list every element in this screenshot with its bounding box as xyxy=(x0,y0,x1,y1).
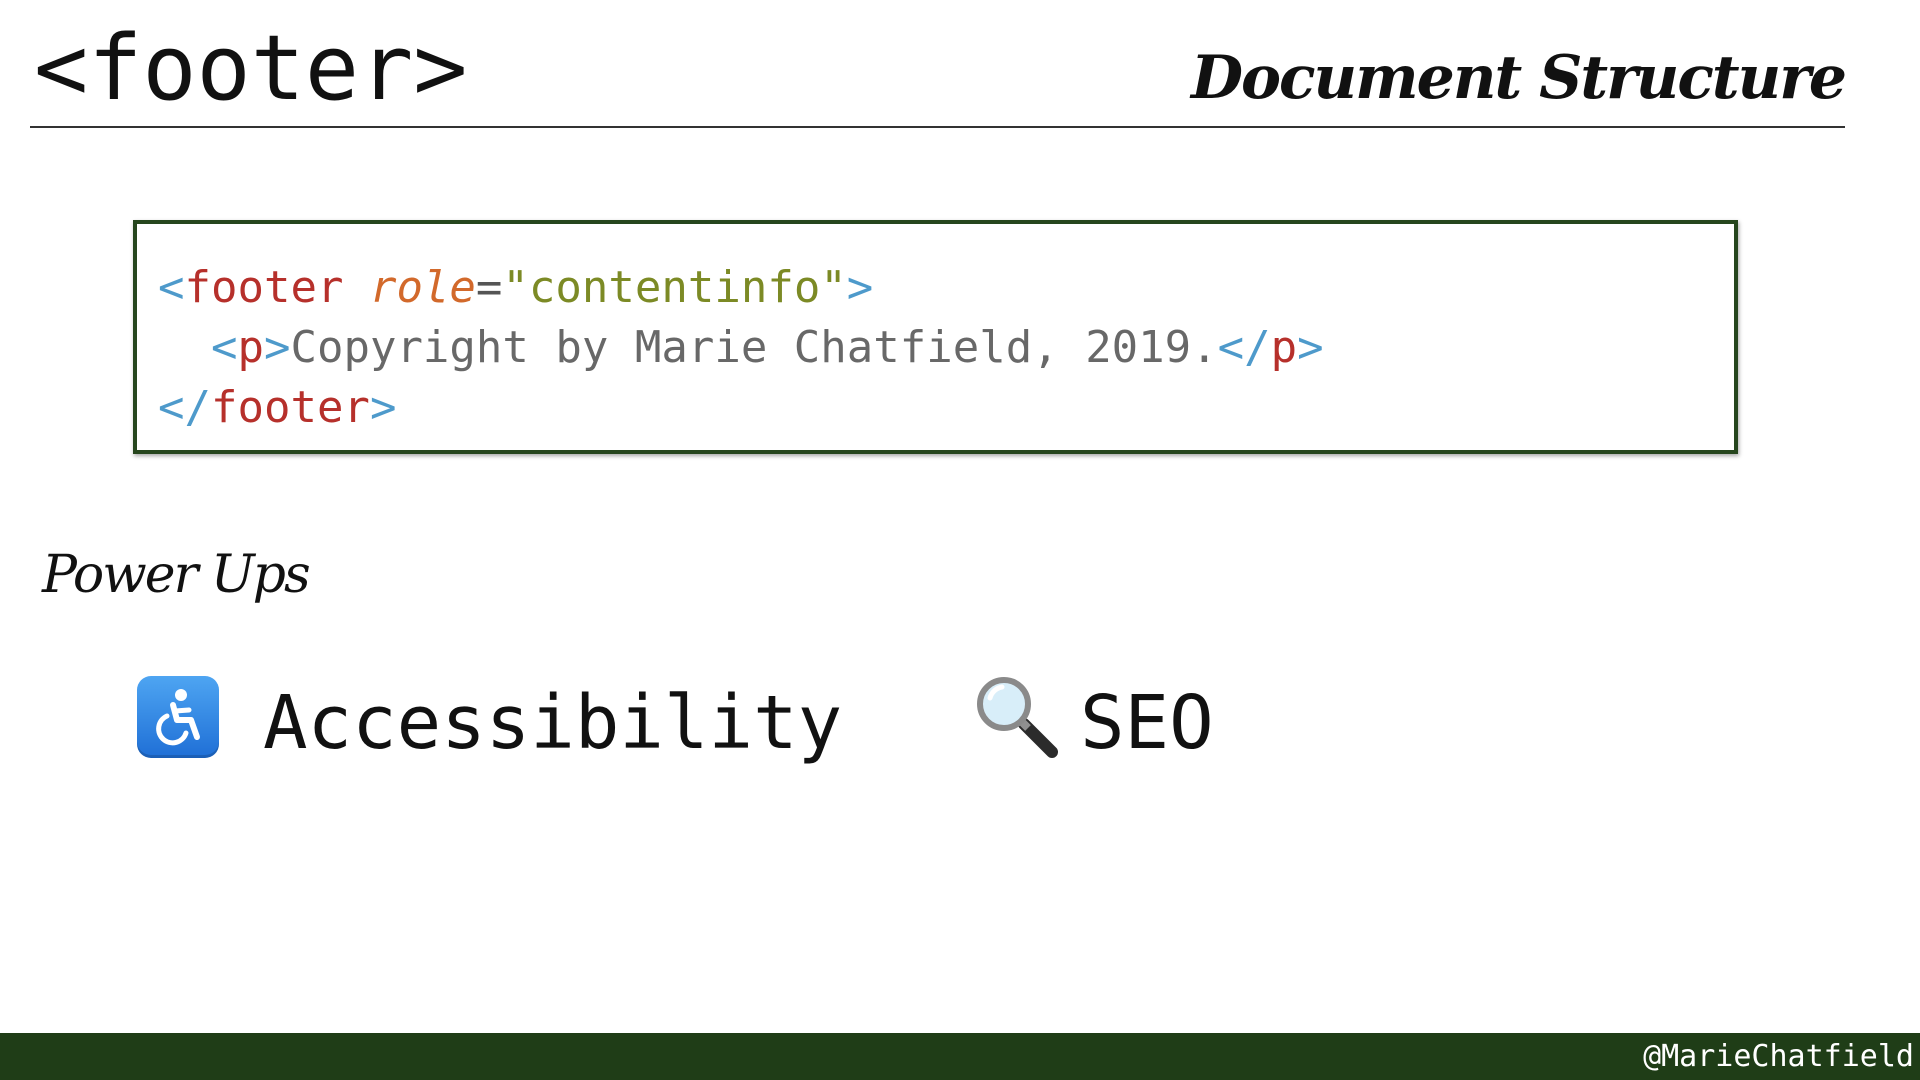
code-text-content: Copyright by Marie Chatfield, 2019. xyxy=(290,322,1218,373)
accessibility-icon xyxy=(137,676,219,758)
code-tag-name: p xyxy=(237,322,264,373)
footer-bar: @MarieChatfield xyxy=(0,1033,1920,1080)
code-open-bracket: < xyxy=(158,262,185,313)
code-close-bracket: > xyxy=(1297,322,1324,373)
power-up-label-accessibility: Accessibility xyxy=(263,680,843,766)
code-close-bracket: > xyxy=(263,322,291,373)
code-attribute-value: "contentinfo" xyxy=(502,262,847,313)
header-divider xyxy=(30,126,1845,128)
code-tag-name: p xyxy=(1270,322,1298,373)
code-close-bracket: > xyxy=(369,382,397,433)
magnifying-glass-icon xyxy=(974,674,1060,760)
code-block: <footer role="contentinfo"> <p>Copyright… xyxy=(133,220,1738,454)
code-tag-name: footer xyxy=(184,262,344,313)
code-end-open-bracket: </ xyxy=(1217,322,1271,373)
code-equals: = xyxy=(475,262,503,313)
slide-title: <footer> xyxy=(34,16,468,121)
author-handle: @MarieChatfield xyxy=(1643,1039,1914,1074)
power-up-label-seo: SEO xyxy=(1080,680,1214,766)
code-open-bracket: < xyxy=(210,322,238,373)
code-line-2: <p>Copyright by Marie Chatfield, 2019.</… xyxy=(158,318,1734,378)
power-ups-heading: Power Ups xyxy=(42,545,311,605)
code-close-bracket: > xyxy=(846,262,874,313)
power-up-accessibility: Accessibility xyxy=(137,672,842,766)
code-line-1: <footer role="contentinfo"> xyxy=(158,258,1734,318)
code-attribute-name: role xyxy=(369,262,476,313)
section-label: Document Structure xyxy=(1190,43,1847,113)
code-end-open-bracket: </ xyxy=(158,382,211,433)
power-up-seo: SEO xyxy=(974,672,1214,766)
code-tag-name: footer xyxy=(210,382,370,433)
code-line-3: </footer> xyxy=(158,378,1734,438)
